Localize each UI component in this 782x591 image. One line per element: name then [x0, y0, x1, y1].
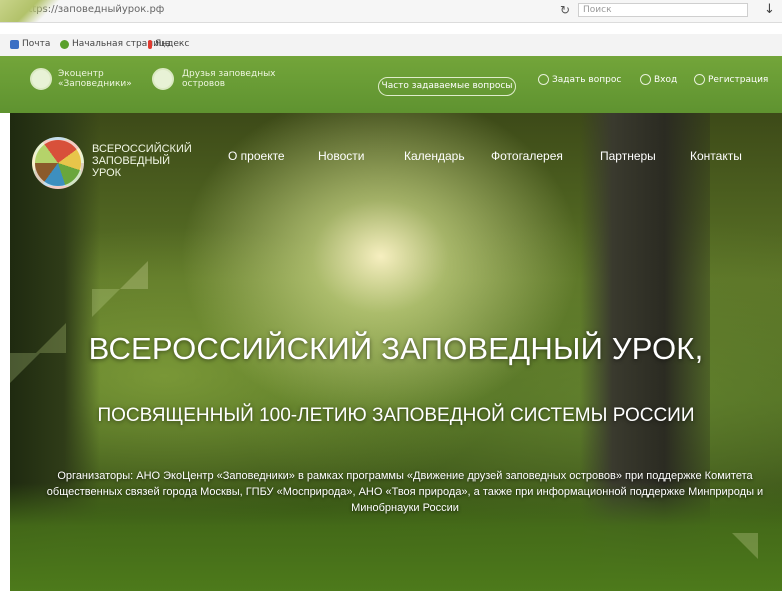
home-icon	[60, 39, 69, 49]
bookmark-yandex[interactable]: Яндекс	[148, 39, 189, 49]
register-label: Регистрация	[708, 75, 769, 85]
reload-icon[interactable]: ↻	[560, 3, 570, 17]
site-title[interactable]: ВСЕРОССИЙСКИЙ ЗАПОВЕДНЫЙ УРОК	[92, 143, 202, 179]
friends-link[interactable]: Друзья заповедных островов	[182, 69, 282, 89]
bookmarks-bar: Почта Начальная страница Яндекс	[0, 34, 782, 57]
ask-question-button[interactable]: Задать вопрос	[538, 74, 621, 85]
browser-search-input[interactable]: Поиск	[578, 3, 748, 17]
browser-url-bar: https://заповедныйурок.рф ↻ Поиск ↓	[0, 0, 782, 23]
triangle-decoration	[732, 533, 758, 559]
friends-logo-icon[interactable]	[152, 68, 174, 90]
nav-gallery[interactable]: Фотогалерея	[491, 149, 563, 163]
nav-contacts[interactable]: Контакты	[690, 149, 742, 163]
ecocenter-logo-icon[interactable]	[30, 68, 52, 90]
triangle-decoration	[92, 289, 120, 317]
question-icon	[538, 74, 549, 85]
hero-subheading: ПОСВЯЩЕННЫЙ 100-ЛЕТИЮ ЗАПОВЕДНОЙ СИСТЕМЫ…	[97, 405, 695, 426]
register-button[interactable]: Регистрация	[694, 74, 768, 85]
triangle-decoration	[120, 261, 148, 289]
hero-heading: ВСЕРОССИЙСКИЙ ЗАПОВЕДНЫЙ УРОК,	[88, 331, 704, 366]
hero-banner: ВСЕРОССИЙСКИЙ ЗАПОВЕДНЫЙ УРОК О проекте …	[10, 113, 782, 591]
login-icon	[640, 74, 651, 85]
ask-label: Задать вопрос	[552, 75, 622, 85]
download-arrow-icon[interactable]: ↓	[764, 2, 775, 17]
mail-icon	[10, 39, 19, 49]
nav-about[interactable]: О проекте	[228, 149, 285, 163]
faq-button[interactable]: Часто задаваемые вопросы	[378, 77, 516, 96]
login-button[interactable]: Вход	[640, 74, 677, 85]
nav-calendar[interactable]: Календарь	[404, 149, 465, 163]
login-label: Вход	[654, 75, 678, 85]
nav-partners[interactable]: Партнеры	[600, 149, 656, 163]
bookmark-label: Почта	[22, 39, 51, 49]
site-logo[interactable]	[32, 137, 84, 189]
nav-news[interactable]: Новости	[318, 149, 364, 163]
yandex-icon	[148, 39, 152, 49]
bookmark-mail[interactable]: Почта	[10, 39, 50, 49]
register-icon	[694, 74, 705, 85]
ecocenter-link[interactable]: Экоцентр «Заповедники»	[58, 69, 138, 89]
bookmark-label: Яндекс	[155, 39, 190, 49]
hero-organizers-text: Организаторы: АНО ЭкоЦентр «Заповедники»…	[46, 470, 764, 514]
